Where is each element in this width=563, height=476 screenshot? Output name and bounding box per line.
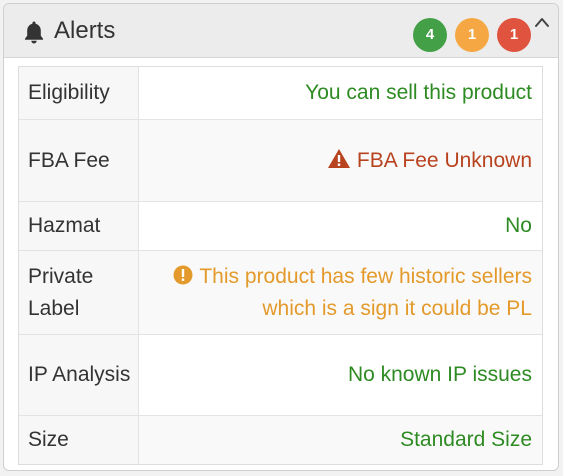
row-value: This product has few historic sellers wh… xyxy=(138,250,542,335)
row-value: No xyxy=(138,201,542,251)
row-label: Eligibility xyxy=(19,67,139,120)
private-label-value-text: This product has few historic sellers wh… xyxy=(199,264,532,320)
table-row-private-label: Private Label This product has few histo… xyxy=(19,250,542,335)
table-row-hazmat: Hazmat No xyxy=(19,201,542,251)
exclamation-circle-icon xyxy=(173,265,193,284)
bell-icon xyxy=(25,21,43,44)
warning-count-badge: 1 xyxy=(455,18,489,52)
chevron-up-icon[interactable] xyxy=(534,16,550,30)
alerts-table: Eligibility You can sell this product FB… xyxy=(18,66,543,465)
row-value: Standard Size xyxy=(138,415,542,464)
warning-triangle-icon xyxy=(327,148,350,168)
table-row-fba-fee: FBA Fee FBA Fee Unknown xyxy=(19,119,542,202)
alerts-header[interactable]: Alerts 4 1 1 xyxy=(4,4,558,58)
row-label: Hazmat xyxy=(19,201,139,251)
danger-count-badge: 1 xyxy=(497,18,531,52)
row-value: No known IP issues xyxy=(138,334,542,416)
ok-count-badge: 4 xyxy=(413,18,447,52)
fba-fee-value-text: FBA Fee Unknown xyxy=(356,148,532,172)
row-value: You can sell this product xyxy=(138,67,542,120)
table-row-eligibility: Eligibility You can sell this product xyxy=(19,67,542,120)
row-label: FBA Fee xyxy=(19,119,139,202)
alerts-panel: Alerts 4 1 1 Eligibility You can sell th… xyxy=(3,3,559,471)
row-label: IP Analysis xyxy=(19,334,139,416)
row-label: Private Label xyxy=(19,250,139,335)
row-label: Size xyxy=(19,415,139,464)
alerts-title: Alerts xyxy=(54,17,116,44)
table-row-ip-analysis: IP Analysis No known IP issues xyxy=(19,334,542,416)
row-value: FBA Fee Unknown xyxy=(138,119,542,202)
table-row-size: Size Standard Size xyxy=(19,415,542,464)
